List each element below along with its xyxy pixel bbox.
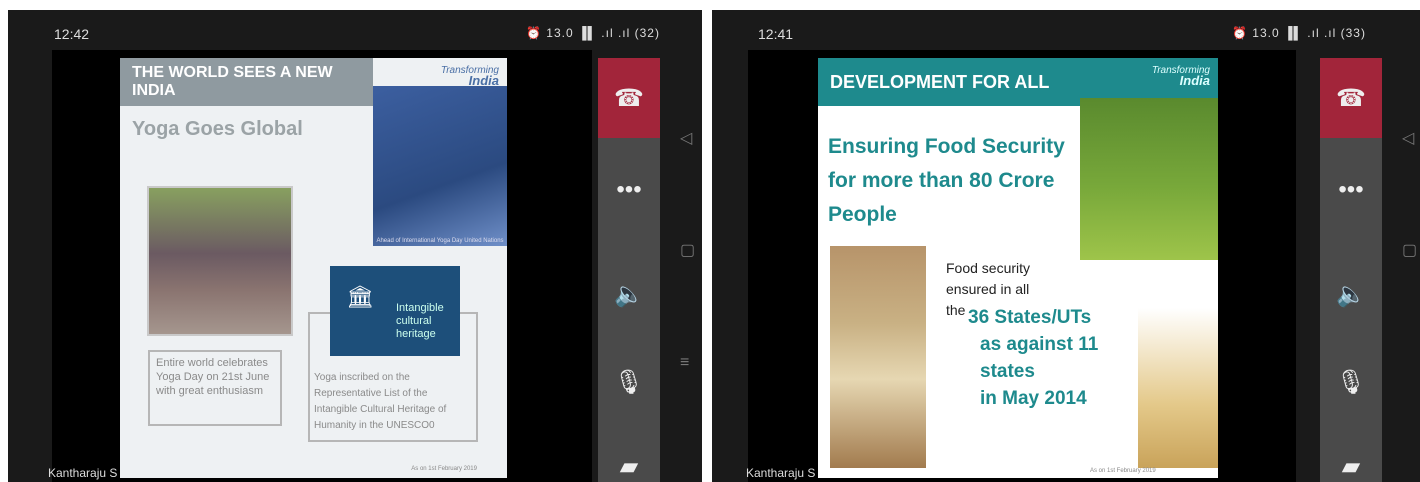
- slide-header: THE WORLD SEES A NEW INDIA: [120, 58, 373, 106]
- brand-logo: Transforming India: [1151, 65, 1210, 88]
- presentation-slide: THE WORLD SEES A NEW INDIA Transforming …: [120, 58, 507, 478]
- status-time: 12:42: [54, 26, 90, 42]
- grain-sack-image: [1138, 308, 1218, 468]
- left-phone-screen: 12:42 ⏰ 13.0 ▐▌ .ıl .ıl (32) THE WORLD S…: [8, 10, 702, 482]
- speaker-icon: 🔈: [614, 280, 644, 308]
- states-text: 36 States/UTs as against 11 states in Ma…: [968, 307, 1099, 409]
- mic-button[interactable]: 🎙: [598, 358, 660, 406]
- yoga-photo: [147, 186, 293, 336]
- speaker-button[interactable]: 🔈: [1320, 270, 1382, 318]
- status-bar: 12:42 ⏰ 13.0 ▐▌ .ıl .ıl (32): [8, 20, 702, 50]
- phone-end-icon: ☎: [614, 84, 644, 112]
- video-button[interactable]: ▰: [598, 442, 660, 482]
- mic-off-icon: 🎙: [1335, 368, 1367, 396]
- more-button[interactable]: •••: [1320, 166, 1382, 214]
- speaker-icon: 🔈: [1336, 280, 1366, 308]
- status-icons: ⏰ 13.0 ▐▌ .ıl .ıl (33): [1232, 26, 1366, 40]
- call-control-bar: ☎ ••• 🔈 🎙 ▰: [598, 58, 660, 482]
- nav-home-icon[interactable]: ▢: [1402, 240, 1417, 260]
- nav-back-icon[interactable]: ◁: [1402, 128, 1414, 148]
- brand-logo: Transforming India: [440, 65, 499, 88]
- slide-heading: Ensuring Food Security for more than 80 …: [828, 135, 1065, 226]
- more-button[interactable]: •••: [598, 166, 660, 214]
- tower-caption: Ahead of International Yoga Day United N…: [376, 238, 504, 244]
- video-button[interactable]: ▰: [1320, 442, 1382, 482]
- status-time: 12:41: [758, 26, 794, 42]
- shared-screen: DEVELOPMENT FOR ALL Transforming India E…: [748, 50, 1296, 482]
- un-tower-image: Ahead of International Yoga Day United N…: [373, 86, 507, 246]
- video-off-icon: ▰: [1341, 452, 1361, 480]
- status-bar: 12:41 ⏰ 13.0 ▐▌ .ıl .ıl (33): [712, 20, 1420, 50]
- as-on-date: As on 1st February 2019: [1090, 468, 1156, 474]
- status-icons: ⏰ 13.0 ▐▌ .ıl .ıl (32): [526, 26, 660, 40]
- call-control-bar: ☎ ••• 🔈 🎙 ▰: [1320, 58, 1382, 482]
- presentation-slide: DEVELOPMENT FOR ALL Transforming India E…: [818, 58, 1218, 478]
- nav-home-icon[interactable]: ▢: [680, 240, 695, 260]
- farmer-photo: [1080, 98, 1218, 260]
- nav-recent-icon[interactable]: ≡: [680, 354, 689, 372]
- shared-screen: THE WORLD SEES A NEW INDIA Transforming …: [52, 50, 592, 482]
- caption-box-1: Entire world celebrates Yoga Day on 21st…: [148, 350, 282, 426]
- mic-off-icon: 🎙: [613, 368, 645, 396]
- slide-title: Yoga Goes Global: [132, 118, 303, 140]
- as-on-date: As on 1st February 2019: [411, 466, 477, 472]
- end-call-button[interactable]: ☎: [598, 58, 660, 138]
- participant-name: Kantharaju S: [48, 466, 118, 480]
- right-phone-screen: 12:41 ⏰ 13.0 ▐▌ .ıl .ıl (33) DEVELOPMENT…: [712, 10, 1420, 482]
- end-call-button[interactable]: ☎: [1320, 58, 1382, 138]
- nav-back-icon[interactable]: ◁: [680, 128, 692, 148]
- grains-photo: [830, 246, 926, 468]
- video-off-icon: ▰: [619, 452, 639, 480]
- unesco-text: Intangible cultural heritage: [396, 302, 444, 340]
- unesco-logo: 🏛 Intangible cultural heritage: [330, 266, 460, 356]
- phone-end-icon: ☎: [1336, 84, 1366, 112]
- participant-name: Kantharaju S: [746, 466, 816, 480]
- unesco-temple-icon: 🏛: [346, 284, 374, 309]
- speaker-button[interactable]: 🔈: [598, 270, 660, 318]
- mic-button[interactable]: 🎙: [1320, 358, 1382, 406]
